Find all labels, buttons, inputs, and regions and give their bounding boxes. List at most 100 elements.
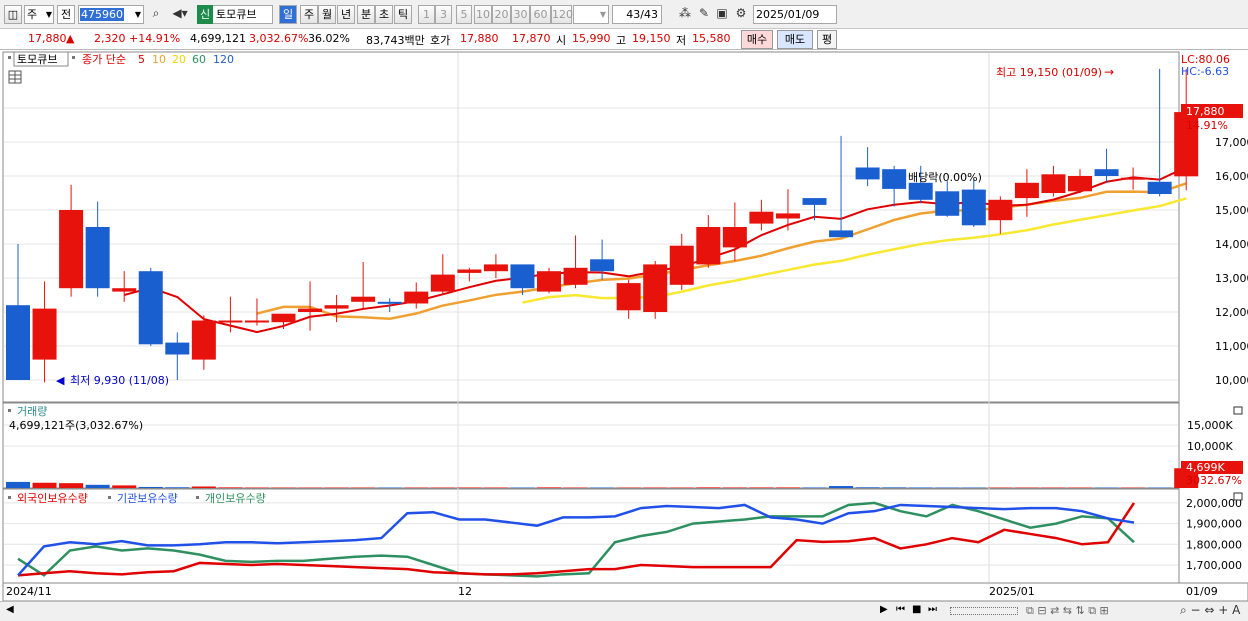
volume-bar (882, 487, 907, 488)
market-select[interactable]: 주 ▼ (24, 5, 54, 24)
high-label: 고 (616, 34, 627, 47)
inst-legend: 기관보유수량 (117, 492, 178, 505)
sell-button[interactable]: 매도 (777, 30, 813, 49)
candle-body (643, 264, 668, 312)
right-arrow-icon: → (1104, 65, 1114, 79)
interval-tab-10[interactable]: 10 (474, 5, 492, 24)
interval-tab-1[interactable]: 1 (418, 5, 435, 24)
candle-body (908, 182, 933, 200)
skip-back-icon[interactable]: ⏮ (896, 604, 905, 615)
ma-label: 종가 단순 (82, 53, 126, 66)
ma120-legend: 120 (213, 53, 234, 66)
date-field[interactable]: 2025/01/09 (753, 5, 837, 24)
candle-body (537, 271, 561, 292)
period-tab-1[interactable]: 주 (300, 5, 318, 24)
candle-body (749, 211, 774, 224)
dividend-label: 배당락(0.00%) (908, 171, 982, 184)
legend-dot (196, 496, 199, 499)
volume-bar (829, 486, 854, 488)
x-label: 2025/01 (989, 585, 1035, 598)
scroll-bar[interactable]: ◀ ▶ ⏮ ■ ⏭ ⧉ ⊟ ⇄ ⇆ ⇅ ⧉ ⊞ ⌕ − ⇔ + A (0, 601, 1248, 621)
interval-tab-30[interactable]: 30 (511, 5, 530, 24)
interval-dropdown[interactable]: ▼ (573, 5, 609, 24)
stock-name-field[interactable]: 토모큐브 (213, 5, 273, 24)
period-tab-6[interactable]: 틱 (394, 5, 412, 24)
price-change: 2,320 +14.91% (94, 32, 181, 45)
candle-body (696, 227, 721, 265)
price-tick-label: 10,000 (1215, 374, 1248, 387)
main-toolbar: ◫ 주 ▼ 전 475960 ▼ ⌕ ◀▾ 신 토모큐브 일주월년분초틱 1 3 5 10… (0, 0, 1248, 29)
save-icon[interactable]: ▣ (713, 5, 731, 24)
candle-body (1068, 176, 1092, 192)
up-arrow-icon: ▲ (66, 32, 75, 45)
volume-bar (191, 486, 216, 488)
tools-icon[interactable]: ⁂ (676, 5, 694, 24)
volume-value: 4,699,121 (190, 32, 246, 45)
period-tab-2[interactable]: 월 (318, 5, 336, 24)
current-price: 17,880 (28, 32, 67, 45)
stock-chart[interactable]: 10,000K 15,000K 1,700,000 1,800,000 1,900,0… (0, 50, 1248, 601)
draw-icon[interactable]: ✎ (695, 5, 713, 24)
skip-forward-icon[interactable]: ⏭ (928, 604, 937, 615)
search-icon[interactable]: ⌕ (147, 5, 165, 24)
stock-code-input[interactable]: 475960 ▼ (78, 5, 144, 24)
buy-button[interactable]: 매수 (741, 30, 773, 49)
price-tick-label: 17,000 (1215, 136, 1248, 149)
chart-tools-icons[interactable]: ⧉ ⊟ ⇄ ⇆ ⇅ ⧉ ⊞ (1026, 604, 1109, 618)
candle-body (351, 296, 376, 302)
legend-dot (108, 496, 111, 499)
interval-tab-120[interactable]: 120 (551, 5, 573, 24)
window-icon[interactable]: ◫ (4, 5, 22, 24)
ma20-legend: 20 (172, 53, 186, 66)
volume-bar (643, 487, 668, 488)
period-tab-4[interactable]: 분 (357, 5, 375, 24)
volume-bar (855, 487, 880, 488)
eval-button[interactable]: 평 (817, 30, 837, 49)
interval-tab-20[interactable]: 20 (492, 5, 511, 24)
price-tick-label: 15,000 (1215, 204, 1248, 217)
price-tick-label: 12,000 (1215, 306, 1248, 319)
maximize-icon[interactable] (1233, 406, 1243, 415)
interval-tab-60[interactable]: 60 (530, 5, 551, 24)
volume-value-label: 4,699,121주(3,032.67%) (9, 419, 143, 432)
legend-dot (8, 409, 11, 412)
price-tick-label: 11,000 (1215, 340, 1248, 353)
ma5-legend: 5 (138, 53, 145, 66)
candle-body (855, 167, 880, 180)
holdings-tick-label: 1,900,000 (1186, 518, 1242, 531)
zoom-slider[interactable] (950, 607, 1018, 615)
price-tick-label: 14,000 (1215, 238, 1248, 251)
gear-icon[interactable]: ⚙ (732, 5, 750, 24)
pct-tag: 14.91% (1186, 119, 1228, 132)
stock-code-value: 475960 (80, 8, 124, 21)
candle-body (1121, 177, 1146, 180)
candle-body (563, 267, 588, 285)
candle-body (1041, 174, 1066, 193)
interval-tab-5[interactable]: 5 (456, 5, 472, 24)
volume-bar (59, 483, 84, 488)
candle-body (1147, 181, 1172, 195)
volume-bar (112, 485, 137, 488)
hc-label: HC:-6.63 (1181, 65, 1229, 78)
price-axis: 10,000 11,000 12,000 13,000 14,000 15,000 16,0… (1215, 136, 1248, 387)
stop-icon[interactable]: ■ (912, 604, 921, 615)
volume-bar (537, 487, 561, 488)
chevron-down-icon: ▼ (134, 10, 141, 19)
scroll-right-icon[interactable]: ▶ (880, 604, 888, 615)
volume-bar (722, 487, 747, 488)
volume-bar (85, 484, 110, 488)
speaker-icon[interactable]: ◀▾ (166, 5, 194, 24)
scroll-left-icon[interactable]: ◀ (6, 604, 14, 615)
volume-tick-label: 15,000K (1187, 419, 1233, 432)
candle-body (669, 245, 694, 285)
interval-tab-3[interactable]: 3 (435, 5, 452, 24)
zoom-controls-icons[interactable]: ⌕ − ⇔ + A (1180, 603, 1240, 618)
bar-count-field[interactable]: 43/43 (612, 5, 662, 24)
volume-bar (696, 487, 721, 488)
period-tab-3[interactable]: 년 (337, 5, 355, 24)
period-tab-5[interactable]: 초 (375, 5, 393, 24)
prefix-select[interactable]: 전 (57, 5, 75, 24)
candle-body (1094, 169, 1119, 176)
period-tab-0[interactable]: 일 (279, 5, 297, 24)
maximize-icon[interactable] (1233, 492, 1243, 501)
